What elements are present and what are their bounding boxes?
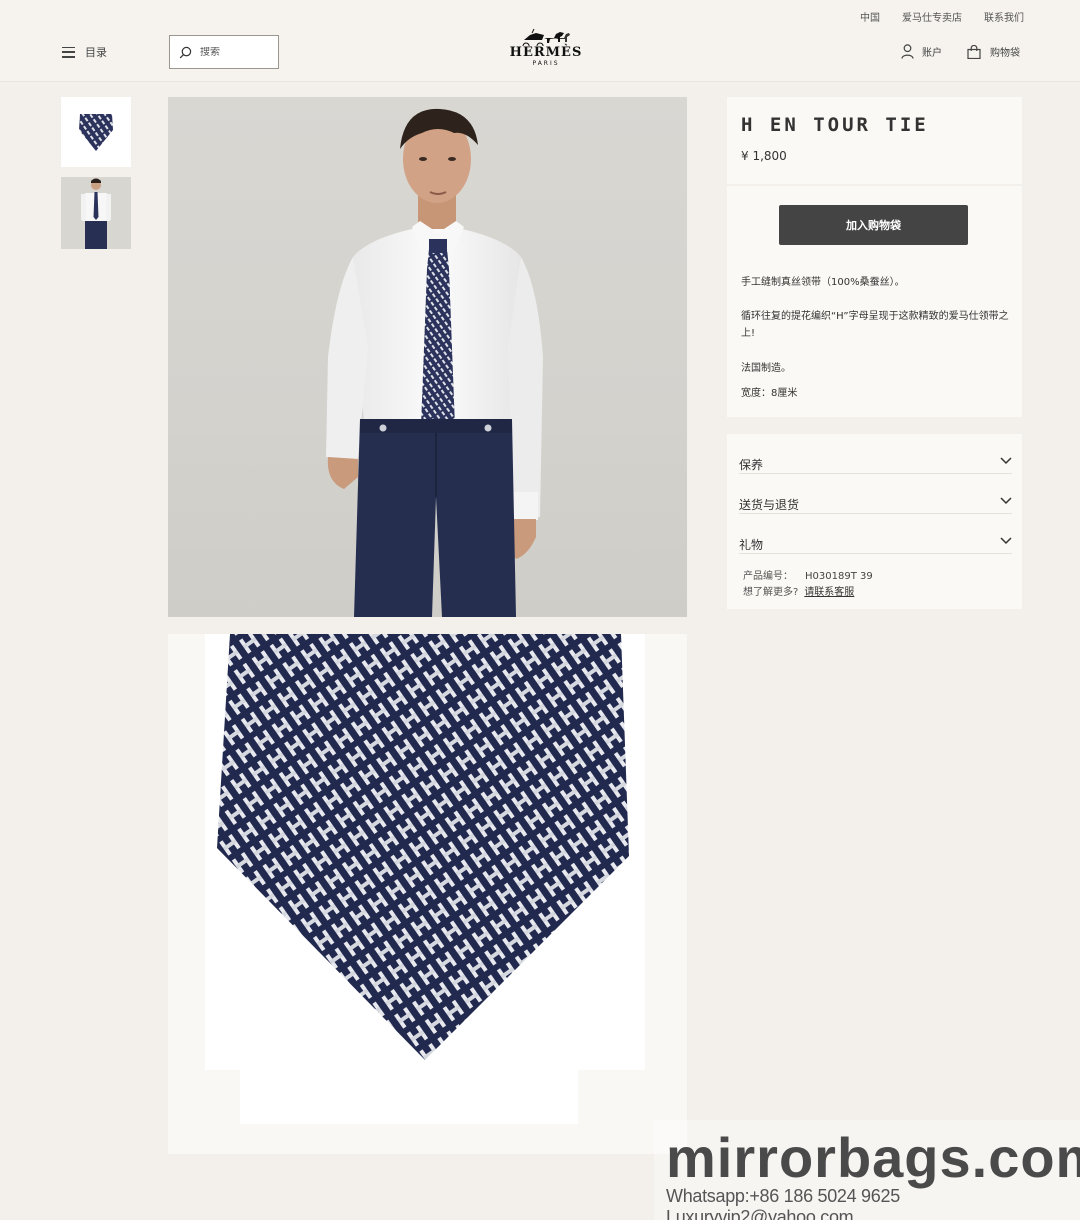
- account-label: 账户: [922, 48, 942, 59]
- chevron-down-icon: [1000, 537, 1012, 545]
- accordion-delivery[interactable]: 送货与退货: [739, 478, 1012, 514]
- cart-label: 购物袋: [990, 48, 1020, 59]
- accordion-gift-label: 礼物: [739, 538, 764, 552]
- thumbnail-model[interactable]: [61, 177, 131, 249]
- more-prompt: 想了解更多?: [743, 587, 799, 598]
- search-input[interactable]: [200, 46, 270, 58]
- chevron-down-icon: [1000, 457, 1012, 465]
- product-details-panel: 加入购物袋 手工缝制真丝领带（100%桑蚕丝）。 循环往复的提花编织“H”字母呈…: [727, 186, 1022, 417]
- add-to-bag-button[interactable]: 加入购物袋: [779, 205, 968, 245]
- hamburger-icon: [62, 46, 75, 58]
- product-title: H EN TOUR TIE: [741, 114, 929, 136]
- chevron-down-icon: [1000, 497, 1012, 505]
- search-icon[interactable]: [179, 46, 192, 59]
- site-header: 中国 爱马仕专卖店 联系我们 目录 HERMÈS PARIS 账户: [0, 0, 1080, 82]
- thumbnail-tie[interactable]: [61, 97, 131, 167]
- contact-service-link[interactable]: 请联系客服: [804, 587, 854, 598]
- accordion-delivery-label: 送货与退货: [739, 498, 800, 512]
- util-link-stores[interactable]: 爱马仕专卖店: [902, 9, 962, 24]
- cart-link[interactable]: 购物袋: [967, 44, 1020, 59]
- search-box[interactable]: [169, 35, 279, 69]
- model-photo: [326, 108, 543, 617]
- product-image-model[interactable]: [168, 97, 687, 617]
- description-pattern: 循环往复的提花编织“H”字母呈现于这款精致的爱马仕领带之上!: [741, 311, 1009, 339]
- logo-wordmark: HERMÈS: [509, 45, 583, 60]
- description-origin: 法国制造。: [741, 363, 791, 374]
- brand-logo[interactable]: HERMÈS PARIS: [506, 28, 586, 67]
- utility-nav: 中国 爱马仕专卖店 联系我们: [860, 9, 1024, 24]
- carriage-logo-icon: [522, 28, 570, 46]
- util-link-china[interactable]: 中国: [860, 9, 880, 24]
- account-link[interactable]: 账户: [901, 44, 942, 59]
- watermark: mirrorbags.com Whatsapp:+86 186 5024 962…: [654, 1120, 1080, 1220]
- menu-button[interactable]: 目录: [62, 44, 107, 60]
- user-icon: [901, 44, 914, 59]
- info-accordion-panel: 保养 送货与退货 礼物 产品编号： H030189T 39 想了解更多? 请联系客服: [727, 434, 1022, 609]
- logo-city: PARIS: [532, 60, 560, 67]
- model-thumbnail-image: [61, 177, 131, 249]
- product-header-panel: H EN TOUR TIE ¥ 1,800: [727, 97, 1022, 184]
- tie-closeup-photo: [205, 634, 645, 1124]
- menu-label: 目录: [85, 46, 107, 59]
- product-price: ¥ 1,800: [741, 149, 787, 163]
- reference-code: H030189T 39: [805, 571, 873, 582]
- accordion-care[interactable]: 保养: [739, 438, 1012, 474]
- description-width: 宽度：8厘米: [741, 388, 798, 399]
- shopping-bag-icon: [967, 44, 981, 59]
- watermark-domain: mirrorbags.com: [666, 1126, 1080, 1189]
- contact-prompt: 想了解更多? 请联系客服: [743, 583, 854, 598]
- product-reference: 产品编号： H030189T 39: [743, 567, 873, 582]
- product-image-tie[interactable]: [168, 634, 687, 1154]
- util-link-contact[interactable]: 联系我们: [984, 9, 1024, 24]
- reference-label: 产品编号：: [743, 571, 793, 582]
- watermark-contact: Whatsapp:+86 186 5024 9625 Luxuryvip2@ya…: [666, 1186, 900, 1220]
- accordion-care-label: 保养: [739, 458, 764, 472]
- tie-thumbnail-image: [61, 97, 131, 167]
- description-material: 手工缝制真丝领带（100%桑蚕丝）。: [741, 277, 905, 288]
- accordion-gift[interactable]: 礼物: [739, 518, 1012, 554]
